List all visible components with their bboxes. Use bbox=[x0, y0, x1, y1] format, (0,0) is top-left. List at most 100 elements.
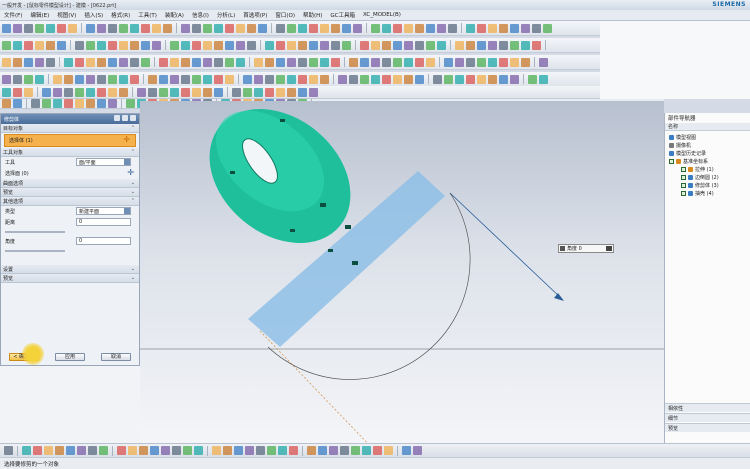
close-icon[interactable] bbox=[130, 115, 136, 121]
toolbar-tool-icon[interactable] bbox=[499, 74, 508, 84]
toolbar-tool-icon[interactable] bbox=[393, 40, 402, 50]
toolbar-tool-icon[interactable] bbox=[298, 57, 307, 67]
toolbar-tool-icon[interactable] bbox=[119, 23, 128, 33]
toolbar-tool-icon[interactable] bbox=[130, 57, 139, 67]
toolbar-tool-icon[interactable] bbox=[287, 23, 296, 33]
toolbar-tool-icon[interactable] bbox=[415, 57, 424, 67]
toolbar-tool-icon[interactable] bbox=[214, 57, 223, 67]
toolbar-tool-icon[interactable] bbox=[488, 40, 497, 50]
toolbar-tool-icon[interactable] bbox=[159, 74, 168, 84]
toolbar-tool-icon[interactable] bbox=[267, 446, 276, 455]
toolbar-tool-icon[interactable] bbox=[384, 446, 393, 455]
type-select[interactable]: 新建平面 bbox=[76, 207, 131, 215]
toolbar-tool-icon[interactable] bbox=[331, 40, 340, 50]
toolbar-tool-icon[interactable] bbox=[338, 74, 347, 84]
toolbar-tool-icon[interactable] bbox=[404, 40, 413, 50]
toolbar-tool-icon[interactable] bbox=[55, 446, 64, 455]
distance-slider[interactable] bbox=[5, 231, 65, 233]
toolbar-tool-icon[interactable] bbox=[247, 23, 256, 33]
reset-icon[interactable] bbox=[114, 115, 120, 121]
navigator-item[interactable]: 模型视图 bbox=[665, 133, 750, 141]
menu-item[interactable]: 工具(T) bbox=[134, 11, 161, 19]
toolbar-tool-icon[interactable] bbox=[488, 57, 497, 67]
toolbar-tool-icon[interactable] bbox=[318, 446, 327, 455]
toolbar-tool-icon[interactable] bbox=[477, 40, 486, 50]
toolbar-tool-icon[interactable] bbox=[276, 23, 285, 33]
toolbar-tool-icon[interactable] bbox=[13, 23, 22, 33]
toolbar-tool-icon[interactable] bbox=[35, 23, 44, 33]
toolbar-tool-icon[interactable] bbox=[309, 87, 318, 97]
toolbar-tool-icon[interactable] bbox=[192, 87, 201, 97]
toolbar-tool-icon[interactable] bbox=[141, 40, 150, 50]
apply-button[interactable]: 应用 bbox=[55, 353, 85, 361]
toolbar-tool-icon[interactable] bbox=[382, 74, 391, 84]
toolbar-tool-icon[interactable] bbox=[75, 74, 84, 84]
toolbar-tool-icon[interactable] bbox=[331, 23, 340, 33]
toolbar-tool-icon[interactable] bbox=[225, 40, 234, 50]
toolbar-tool-icon[interactable] bbox=[97, 74, 106, 84]
select-body-row[interactable]: 选择体 (1) ✛ bbox=[4, 134, 136, 147]
toolbar-tool-icon[interactable] bbox=[148, 74, 157, 84]
toolbar-tool-icon[interactable] bbox=[477, 74, 486, 84]
toolbar-tool-icon[interactable] bbox=[88, 446, 97, 455]
toolbar-tool-icon[interactable] bbox=[528, 74, 537, 84]
toolbar-tool-icon[interactable] bbox=[258, 23, 267, 33]
toolbar-tool-icon[interactable] bbox=[181, 23, 190, 33]
navigator-item[interactable]: 边倒圆 (2) bbox=[665, 173, 750, 181]
toolbar-tool-icon[interactable] bbox=[236, 23, 245, 33]
toolbar-tool-icon[interactable] bbox=[510, 74, 519, 84]
toolbar-tool-icon[interactable] bbox=[170, 87, 179, 97]
toolbar-tool-icon[interactable] bbox=[243, 74, 252, 84]
toolbar-tool-icon[interactable] bbox=[466, 74, 475, 84]
toolbar-tool-icon[interactable] bbox=[362, 446, 371, 455]
toolbar-tool-icon[interactable] bbox=[35, 74, 44, 84]
navigator-item[interactable]: 拉伸 (1) bbox=[665, 165, 750, 173]
toolbar-tool-icon[interactable] bbox=[97, 40, 106, 50]
toolbar-tool-icon[interactable] bbox=[2, 23, 11, 33]
toolbar-tool-icon[interactable] bbox=[349, 74, 358, 84]
menu-item[interactable]: 格式(R) bbox=[107, 11, 134, 19]
checkbox-icon[interactable] bbox=[681, 190, 686, 196]
toolbar-tool-icon[interactable] bbox=[433, 74, 442, 84]
toolbar-tool-icon[interactable] bbox=[393, 23, 402, 33]
navigator-item[interactable]: 抽壳 (4) bbox=[665, 189, 750, 197]
toolbar-tool-icon[interactable] bbox=[426, 57, 435, 67]
toolbar-tool-icon[interactable] bbox=[119, 57, 128, 67]
toolbar-tool-icon[interactable] bbox=[415, 23, 424, 33]
toolbar-tool-icon[interactable] bbox=[214, 23, 223, 33]
toolbar-tool-icon[interactable] bbox=[42, 87, 51, 97]
toolbar-tool-icon[interactable] bbox=[46, 23, 55, 33]
toolbar-tool-icon[interactable] bbox=[466, 57, 475, 67]
toolbar-tool-icon[interactable] bbox=[415, 74, 424, 84]
toolbar-tool-icon[interactable] bbox=[320, 74, 329, 84]
menu-item[interactable]: GC工具箱 bbox=[326, 11, 359, 19]
checkbox-icon[interactable] bbox=[669, 158, 674, 164]
toolbar-tool-icon[interactable] bbox=[382, 57, 391, 67]
toolbar-tool-icon[interactable] bbox=[426, 40, 435, 50]
toolbar-tool-icon[interactable] bbox=[232, 87, 241, 97]
toolbar-tool-icon[interactable] bbox=[192, 23, 201, 33]
toolbar-tool-icon[interactable] bbox=[521, 40, 530, 50]
toolbar-tool-icon[interactable] bbox=[309, 40, 318, 50]
toolbar-tool-icon[interactable] bbox=[97, 87, 106, 97]
section-tool[interactable]: 工具对象 ⌃ bbox=[1, 148, 139, 157]
toolbar-tool-icon[interactable] bbox=[137, 87, 146, 97]
toolbar-tool-icon[interactable] bbox=[247, 40, 256, 50]
toolbar-tool-icon[interactable] bbox=[77, 446, 86, 455]
toolbar-tool-icon[interactable] bbox=[214, 87, 223, 97]
toolbar-tool-icon[interactable] bbox=[13, 87, 22, 97]
toolbar-tool-icon[interactable] bbox=[287, 74, 296, 84]
toolbar-tool-icon[interactable] bbox=[139, 446, 148, 455]
toolbar-tool-icon[interactable] bbox=[437, 23, 446, 33]
graphics-viewport[interactable] bbox=[140, 101, 664, 443]
menu-item[interactable]: 信息(I) bbox=[188, 11, 213, 19]
toolbar-tool-icon[interactable] bbox=[404, 74, 413, 84]
toolbar-tool-icon[interactable] bbox=[53, 87, 62, 97]
toolbar-tool-icon[interactable] bbox=[130, 23, 139, 33]
toolbar-tool-icon[interactable] bbox=[455, 40, 464, 50]
toolbar-tool-icon[interactable] bbox=[35, 57, 44, 67]
toolbar-tool-icon[interactable] bbox=[402, 446, 411, 455]
toolbar-tool-icon[interactable] bbox=[141, 23, 150, 33]
toolbar-tool-icon[interactable] bbox=[521, 57, 530, 67]
toolbar-tool-icon[interactable] bbox=[64, 74, 73, 84]
